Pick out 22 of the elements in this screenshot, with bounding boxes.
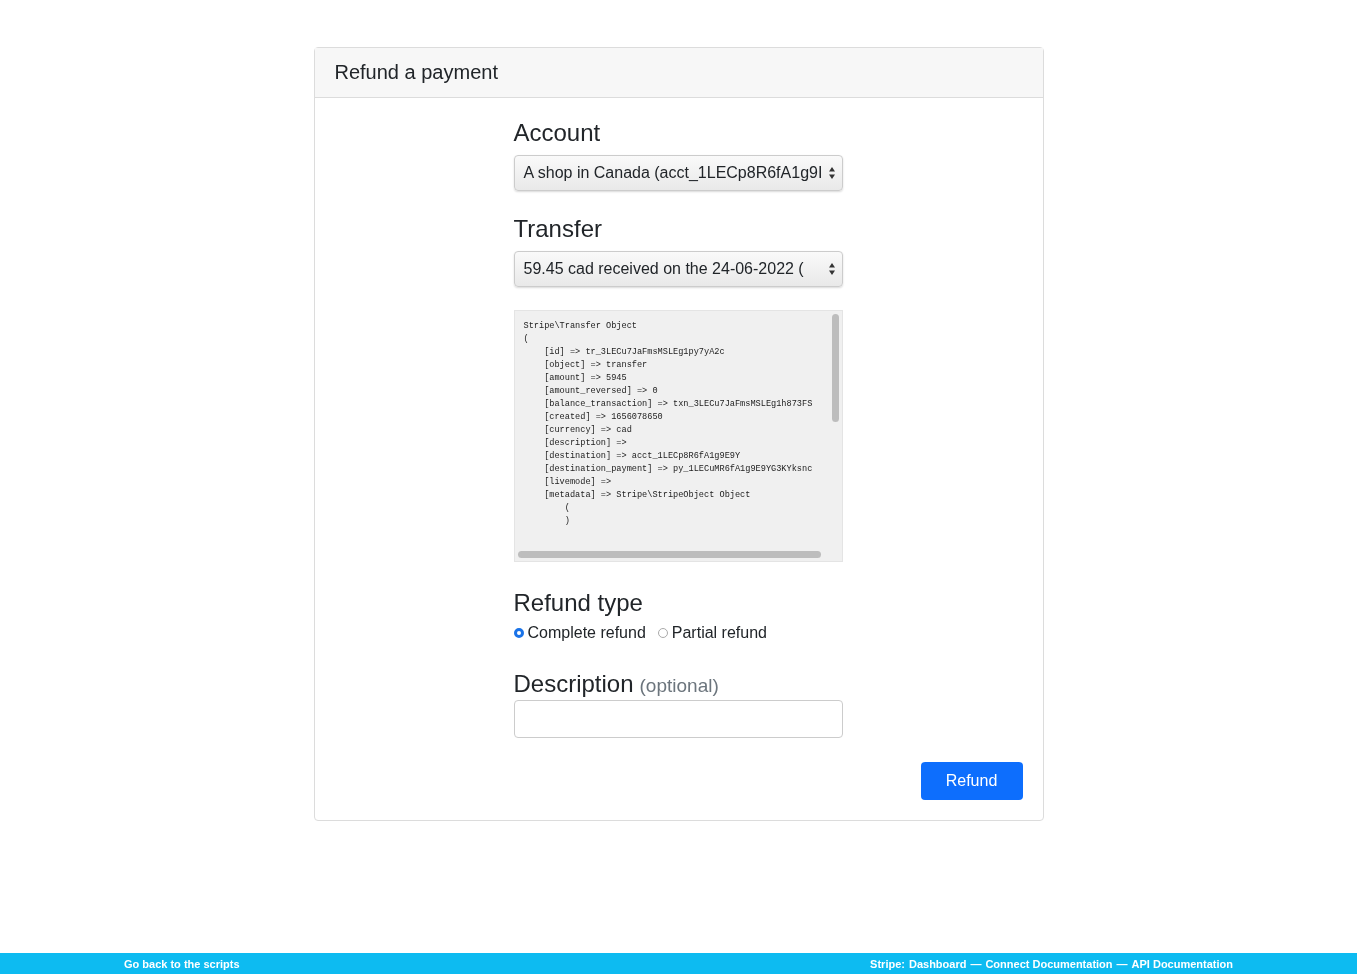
separator: — — [1116, 957, 1128, 970]
optional-hint: (optional) — [639, 675, 719, 697]
field-label: Account — [513, 118, 602, 148]
radio-button[interactable] — [657, 628, 668, 638]
footer-label: Stripe: — [870, 957, 905, 970]
account-select[interactable]: A shop in Canada (acct_1LECp8R6fA1g9I — [513, 155, 843, 191]
transfer-select[interactable]: 59.45 cad received on the 24-06-2022 ( — [513, 251, 843, 287]
up-down-arrows-icon — [827, 262, 836, 276]
separator: — — [970, 957, 982, 970]
radio-button[interactable] — [513, 628, 524, 638]
radio-label[interactable]: Complete refund — [527, 624, 646, 642]
horizontal-scrollbar[interactable] — [517, 551, 821, 558]
up-down-arrows-icon — [827, 166, 836, 180]
radio-label[interactable]: Partial refund — [671, 624, 767, 642]
field-label: Description — [513, 669, 634, 699]
field-label: Refund type — [513, 588, 644, 618]
vertical-scrollbar[interactable] — [831, 314, 839, 422]
card-title: Refund a payment — [314, 48, 1043, 98]
code-output-text: Stripe\Transfer Object ( [id] => tr_3LECu7JaFmsMSLEg1py7yA2c [object] => transfer [amount] => 5945 [amount_reversed] => 0 [balance_transaction] => txn_3LECu7JaFmsMSLEg1h873FS [created] => 1656078650 [currency] => cad [description] => [destination] => acct_1LECp8R6fA1g9E9Y [destination_payment] => py_1LECuMR6fA1g9E9YG3KYksnc [livemode] => [metadata] => Stripe\StripeObject Object ( ) — [522, 320, 814, 528]
description-input[interactable] — [513, 700, 843, 738]
refund-button[interactable]: Refund — [920, 762, 1023, 800]
field-label: Transfer — [513, 214, 603, 244]
